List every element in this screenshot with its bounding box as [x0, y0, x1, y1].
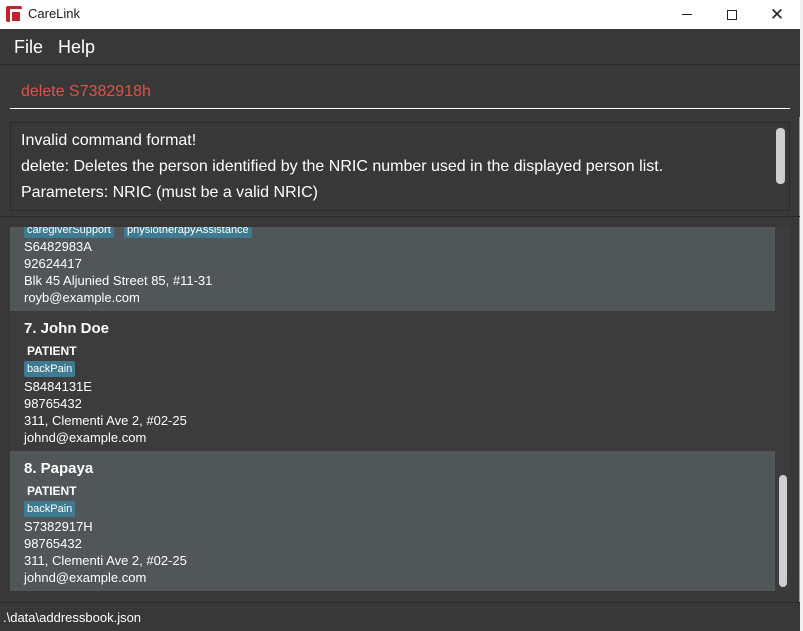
person-email: johnd@example.com — [24, 430, 147, 445]
menu-file[interactable]: File — [14, 37, 43, 58]
app-window: CareLink ✕ File Help Invalid command for… — [0, 0, 800, 631]
person-card[interactable]: 8. Papaya PATIENT backPain S7382917H 987… — [10, 451, 775, 591]
person-email: royb@example.com — [24, 290, 140, 305]
tag-badge: backPain — [24, 361, 76, 377]
person-phone: 98765432 — [24, 396, 82, 411]
person-name: 7. John Doe — [24, 320, 110, 337]
result-line-parameters: Parameters: NRIC (must be a valid NRIC) — [21, 184, 318, 201]
menu-help[interactable]: Help — [58, 37, 95, 58]
person-address: 311, Clementi Ave 2, #02-25 — [24, 413, 187, 428]
window-title: CareLink — [28, 6, 81, 21]
person-phone: 92624417 — [24, 256, 82, 271]
maximize-icon — [727, 9, 737, 20]
person-role: PATIENT — [27, 484, 77, 498]
command-box — [0, 65, 800, 117]
title-bar[interactable]: CareLink ✕ — [0, 0, 800, 29]
person-nric: S6482983A — [24, 239, 92, 254]
minimize-button[interactable] — [664, 0, 710, 29]
list-scrollbar-thumb[interactable] — [779, 475, 787, 587]
tag-badge: physiotherapyAssistance — [124, 227, 252, 238]
carelink-app-icon — [6, 6, 22, 23]
person-nric: S7382917H — [24, 519, 93, 534]
person-address: 311, Clementi Ave 2, #02-25 — [24, 553, 187, 568]
tag-badge: caregiverSupport — [24, 227, 114, 238]
maximize-button[interactable] — [709, 0, 755, 29]
save-location: .\data\addressbook.json — [3, 610, 142, 625]
person-phone: 98765432 — [24, 536, 82, 551]
minimize-icon — [682, 14, 692, 15]
person-name: 8. Papaya — [24, 460, 94, 477]
command-input[interactable] — [10, 75, 790, 109]
result-scrollbar[interactable] — [776, 128, 785, 184]
person-list: caregiverSupport physiotherapyAssistance… — [10, 227, 775, 591]
person-email: johnd@example.com — [24, 570, 147, 585]
menu-bar: File Help — [0, 29, 800, 65]
result-line-usage: delete: Deletes the person identified by… — [21, 158, 664, 175]
close-icon: ✕ — [769, 5, 785, 24]
result-display: Invalid command format! delete: Deletes … — [10, 122, 790, 211]
divider — [0, 216, 800, 217]
person-nric: S8484131E — [24, 379, 92, 394]
person-address: Blk 45 Aljunied Street 85, #11-31 — [24, 273, 213, 288]
person-card[interactable]: caregiverSupport physiotherapyAssistance… — [10, 227, 775, 311]
person-card[interactable]: 7. John Doe PATIENT backPain S8484131E 9… — [10, 311, 775, 451]
close-button[interactable]: ✕ — [754, 0, 800, 29]
result-line-error: Invalid command format! — [21, 132, 197, 149]
tag-badge: backPain — [24, 501, 76, 517]
status-bar: .\data\addressbook.json — [0, 602, 800, 631]
person-role: PATIENT — [27, 344, 77, 358]
